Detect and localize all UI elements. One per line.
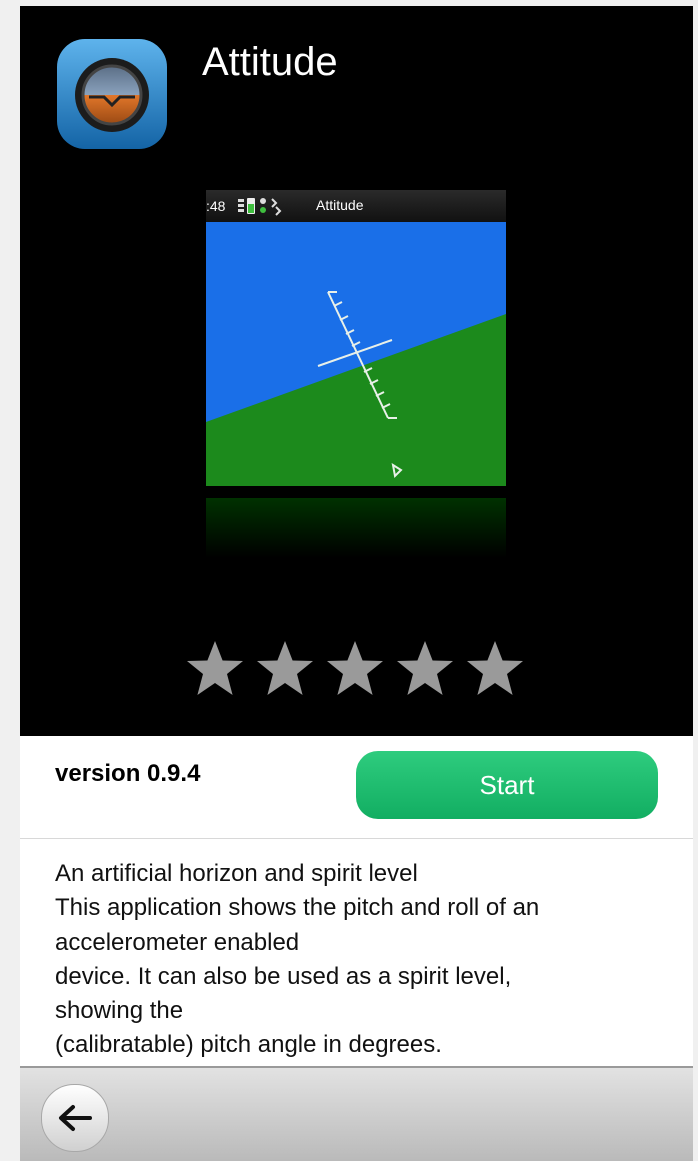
description-panel: An artificial horizon and spirit level T…: [20, 839, 693, 1067]
star-icon[interactable]: [465, 639, 525, 699]
screenshot-title: Attitude: [316, 197, 364, 213]
artificial-horizon-view: [206, 222, 506, 486]
description-line: This application shows the pitch and rol…: [55, 894, 540, 922]
signal-battery-icon: [238, 198, 282, 216]
star-icon[interactable]: [255, 639, 315, 699]
back-arrow-icon: [59, 1105, 92, 1131]
back-button[interactable]: [41, 1084, 109, 1152]
description-line: accelerometer enabled: [55, 928, 300, 956]
star-icon[interactable]: [325, 639, 385, 699]
description-line: An artificial horizon and spirit level: [55, 860, 418, 887]
star-icon[interactable]: [395, 639, 455, 699]
version-label: version 0.9.4: [55, 760, 201, 787]
description-line: showing the: [55, 997, 184, 1025]
screenshot-reflection: [206, 498, 506, 558]
star-icon[interactable]: [185, 639, 245, 699]
app-title: Attitude: [202, 40, 338, 84]
screenshot-status-bar: :48 Attitude: [206, 190, 506, 222]
attitude-app-icon: [57, 39, 167, 149]
description-line: device. It can also be used as a spirit …: [55, 962, 512, 990]
hero-section: Attitude :48 Attitude: [20, 6, 693, 736]
description-line: (calibratable) pitch angle in degrees.: [55, 1031, 442, 1059]
version-row: version 0.9.4 Start: [20, 736, 693, 839]
description-text: An artificial horizon and spirit level T…: [55, 857, 665, 1063]
app-details-window: Attitude :48 Attitude version 0.9.4 Star…: [20, 6, 693, 1161]
app-screenshot: :48 Attitude: [206, 190, 506, 490]
rating-stars[interactable]: [185, 639, 530, 701]
start-button[interactable]: Start: [356, 751, 658, 819]
bottom-toolbar: [20, 1066, 693, 1161]
screenshot-status-time: :48: [206, 198, 226, 214]
